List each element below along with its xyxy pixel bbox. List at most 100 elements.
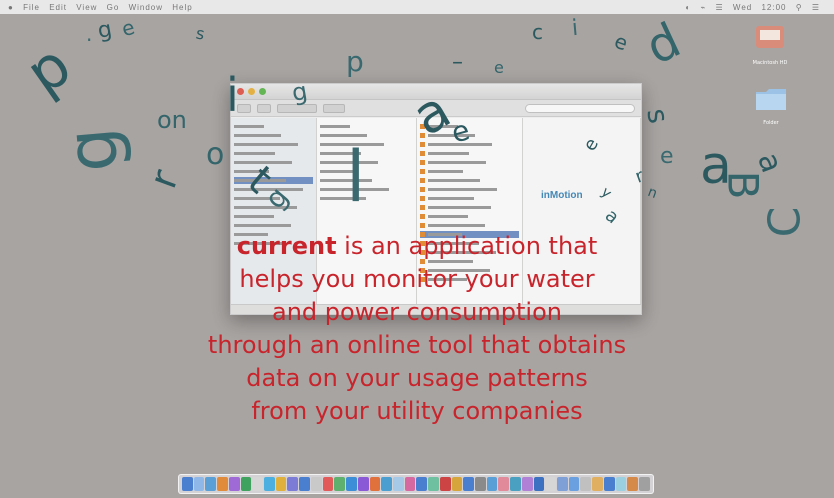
dock-app-icon[interactable] [228,477,240,491]
dock-app-icon[interactable] [299,477,310,491]
list-item[interactable] [234,141,313,148]
dock-app-icon[interactable] [275,477,287,491]
wifi-icon[interactable]: ⌁ [700,3,706,12]
dock-app-icon[interactable] [428,477,439,491]
dock-app-icon[interactable] [357,477,369,491]
notification-icon[interactable]: ☰ [812,3,820,12]
dock-app-icon[interactable] [533,477,545,491]
dock-app-icon[interactable] [287,477,299,491]
list-item-label [428,197,474,200]
dock-app-icon[interactable] [252,477,264,491]
list-item[interactable] [234,213,313,220]
list-item[interactable] [320,168,413,175]
folder-icon [756,89,786,110]
dock-app-icon[interactable] [346,477,357,491]
dock-app-icon[interactable] [498,477,510,491]
dock-app-icon[interactable] [264,477,275,491]
list-item[interactable] [420,213,519,220]
floating-letter: g [95,16,114,45]
dock-app-icon[interactable] [381,477,392,491]
list-item[interactable] [420,195,519,202]
list-item[interactable] [320,123,413,130]
hard-drive-icon [756,26,784,48]
dock-app-icon[interactable] [322,477,334,491]
list-item[interactable] [320,195,413,202]
dock-app-icon[interactable] [463,477,474,491]
desktop-icon-folder[interactable]: Folder [754,84,788,126]
list-item-label [428,161,486,164]
floating-letter: e [119,14,138,42]
dock-app-icon[interactable] [627,477,639,491]
dock-app-icon[interactable] [369,477,381,491]
list-item[interactable] [320,150,413,157]
dock-app-icon[interactable] [404,477,416,491]
list-item-label [428,224,485,227]
list-item[interactable] [234,150,313,157]
list-item[interactable] [320,141,413,148]
list-item[interactable] [320,186,413,193]
clock[interactable]: 12:00 [761,3,786,12]
dock-app-icon[interactable] [392,477,404,491]
list-item-label [234,134,281,137]
dock-app-icon[interactable] [439,477,451,491]
dock-app-icon[interactable] [603,477,615,491]
list-item[interactable] [420,168,519,175]
dock-app-icon[interactable] [416,477,428,491]
day-label[interactable]: Wed [733,3,752,12]
dock-app-icon[interactable] [568,477,580,491]
file-icon [420,151,425,156]
menu-help[interactable]: Help [172,3,192,12]
list-item[interactable] [420,186,519,193]
zoom-button[interactable] [259,88,266,95]
dock-app-icon[interactable] [217,477,228,491]
status-icon[interactable]: ◐ [685,3,691,12]
list-item[interactable] [320,132,413,139]
menu-view[interactable]: View [76,3,97,12]
dock-app-icon[interactable] [510,477,521,491]
dock-app-icon[interactable] [451,477,463,491]
dock-app-icon[interactable] [592,477,603,491]
menu-file[interactable]: File [23,3,40,12]
dock-app-icon[interactable] [240,477,252,491]
apple-menu[interactable]: ● [8,3,14,12]
menu-go[interactable]: Go [107,3,120,12]
list-item[interactable] [320,159,413,166]
dock-app-icon[interactable] [193,477,205,491]
action-button[interactable] [323,103,345,113]
floating-letter: p [346,45,364,78]
list-item[interactable] [420,177,519,184]
list-item[interactable] [420,204,519,211]
dock-app-icon[interactable] [334,477,346,491]
file-icon [420,160,425,165]
search-input[interactable] [525,103,635,113]
dock-app-icon[interactable] [310,477,322,491]
list-item[interactable] [420,222,519,229]
spotlight-icon[interactable]: ⚲ [796,3,803,12]
menu-edit[interactable]: Edit [49,3,67,12]
list-item[interactable] [234,222,313,229]
floating-letter: e [660,144,674,169]
desktop-icon-hard-drive[interactable]: Macintosh HD [752,22,788,66]
menu-extra-icon[interactable]: ☰ [716,3,724,12]
dock-app-icon[interactable] [486,477,498,491]
dock-app-icon[interactable] [521,477,533,491]
dock-app-icon[interactable] [580,477,592,491]
dock-app-icon[interactable] [545,477,556,491]
list-item[interactable] [420,159,519,166]
dock-app-icon[interactable] [615,477,627,491]
dock-app-icon[interactable] [557,477,568,491]
minimize-button[interactable] [248,88,255,95]
dock-app-icon[interactable] [474,477,486,491]
dock-app-icon[interactable] [182,477,193,491]
brand-name: current [236,232,337,260]
back-button[interactable] [237,103,251,113]
forward-button[interactable] [257,103,271,113]
list-item[interactable] [234,123,313,130]
list-item[interactable] [320,177,413,184]
list-item[interactable] [420,150,519,157]
dock-app-icon[interactable] [639,477,650,491]
list-item[interactable] [234,132,313,139]
file-icon [420,178,425,183]
menu-window[interactable]: Window [129,3,163,12]
dock-app-icon[interactable] [205,477,217,491]
